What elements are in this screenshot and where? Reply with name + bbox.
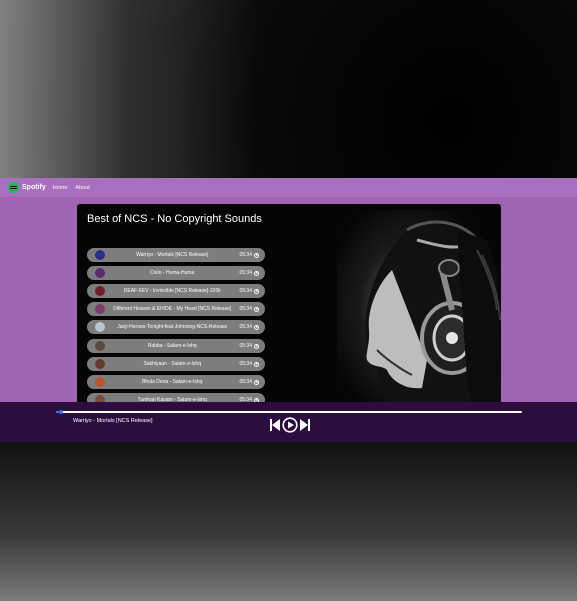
background-bottom-gradient bbox=[0, 440, 577, 601]
song-item[interactable]: Warriyo - Mortals [NCS Release] 05:34 bbox=[87, 248, 265, 262]
song-thumbnail bbox=[95, 377, 105, 387]
song-name: Different Heaven & EH!DE - My Heart [NCS… bbox=[113, 306, 232, 312]
song-play-icon[interactable] bbox=[254, 306, 259, 312]
song-duration: 05:34 bbox=[239, 270, 252, 276]
song-item[interactable]: Rabba - Salam-e-Ishq 05:34 bbox=[87, 339, 265, 353]
song-play-icon[interactable] bbox=[254, 324, 259, 330]
progress-handle[interactable] bbox=[58, 410, 63, 414]
song-name: Sakhiyaan - Salam-e-Ishq bbox=[143, 361, 201, 367]
headphones-woman-illustration bbox=[365, 220, 501, 429]
song-thumbnail bbox=[95, 341, 105, 351]
song-play-icon[interactable] bbox=[254, 288, 259, 294]
navbar: Spotify Home About bbox=[0, 178, 577, 197]
now-playing-title: Warriyo - Mortals [NCS Release] bbox=[73, 418, 153, 424]
player-controls bbox=[270, 417, 310, 433]
song-item[interactable]: Cielo - Huma-Huma 05:34 bbox=[87, 266, 265, 280]
song-duration: 05:34 bbox=[239, 343, 252, 349]
song-name: DEAF KEV - Invincible [NCS Release]-320k bbox=[123, 288, 221, 294]
spotify-logo-icon bbox=[8, 182, 19, 193]
song-name: Rabba - Salam-e-Ishq bbox=[147, 343, 197, 349]
song-name: Warriyo - Mortals [NCS Release] bbox=[136, 252, 209, 258]
song-thumbnail bbox=[95, 322, 105, 332]
next-track-icon[interactable] bbox=[300, 419, 310, 431]
song-item[interactable]: Different Heaven & EH!DE - My Heart [NCS… bbox=[87, 302, 265, 316]
song-name: Cielo - Huma-Huma bbox=[150, 270, 195, 276]
song-duration: 05:34 bbox=[239, 306, 252, 312]
brand[interactable]: Spotify bbox=[8, 182, 46, 193]
song-item[interactable]: Bhula Dena - Salam-e-Ishq 05:34 bbox=[87, 375, 265, 389]
brand-name: Spotify bbox=[22, 184, 46, 191]
progress-bar[interactable] bbox=[56, 410, 522, 414]
song-play-icon[interactable] bbox=[254, 343, 259, 349]
song-play-icon[interactable] bbox=[254, 270, 259, 276]
song-name: Bhula Dena - Salam-e-Ishq bbox=[142, 379, 203, 385]
play-circle-icon[interactable] bbox=[282, 417, 298, 433]
song-item[interactable]: DEAF KEV - Invincible [NCS Release]-320k… bbox=[87, 284, 265, 298]
song-item[interactable]: Sakhiyaan - Salam-e-Ishq 05:34 bbox=[87, 357, 265, 371]
nav-link-home[interactable]: Home bbox=[53, 185, 68, 191]
song-thumbnail bbox=[95, 304, 105, 314]
nav-link-about[interactable]: About bbox=[75, 185, 89, 191]
song-item[interactable]: Janji-Heroes-Tonight-feat-Johnning-NCS-R… bbox=[87, 320, 265, 334]
song-thumbnail bbox=[95, 250, 105, 260]
song-duration: 05:34 bbox=[239, 252, 252, 258]
playlist-title: Best of NCS - No Copyright Sounds bbox=[87, 213, 262, 225]
song-duration: 05:34 bbox=[239, 361, 252, 367]
album-art-image bbox=[337, 210, 501, 429]
song-duration: 05:34 bbox=[239, 324, 252, 330]
song-play-icon[interactable] bbox=[254, 252, 259, 258]
song-thumbnail bbox=[95, 286, 105, 296]
song-duration: 05:34 bbox=[239, 288, 252, 294]
song-name: Janji-Heroes-Tonight-feat-Johnning-NCS-R… bbox=[117, 324, 228, 330]
playlist-card: Best of NCS - No Copyright Sounds Warriy… bbox=[77, 204, 501, 429]
previous-track-icon[interactable] bbox=[270, 419, 280, 431]
song-play-icon[interactable] bbox=[254, 361, 259, 367]
song-play-icon[interactable] bbox=[254, 379, 259, 385]
player-bar: Warriyo - Mortals [NCS Release] bbox=[0, 402, 577, 442]
song-thumbnail bbox=[95, 268, 105, 278]
song-duration: 05:34 bbox=[239, 379, 252, 385]
app-window: Spotify Home About Best of NCS - No Copy… bbox=[0, 178, 577, 442]
song-thumbnail bbox=[95, 359, 105, 369]
